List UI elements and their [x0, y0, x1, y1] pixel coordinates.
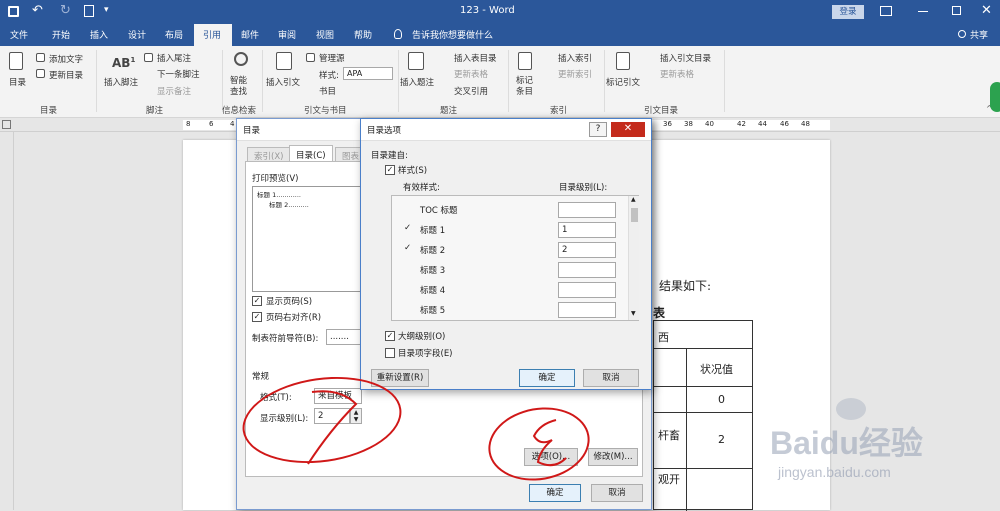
- green-side-button[interactable]: [990, 82, 1000, 112]
- red-annotation-strokes: [307, 390, 567, 467]
